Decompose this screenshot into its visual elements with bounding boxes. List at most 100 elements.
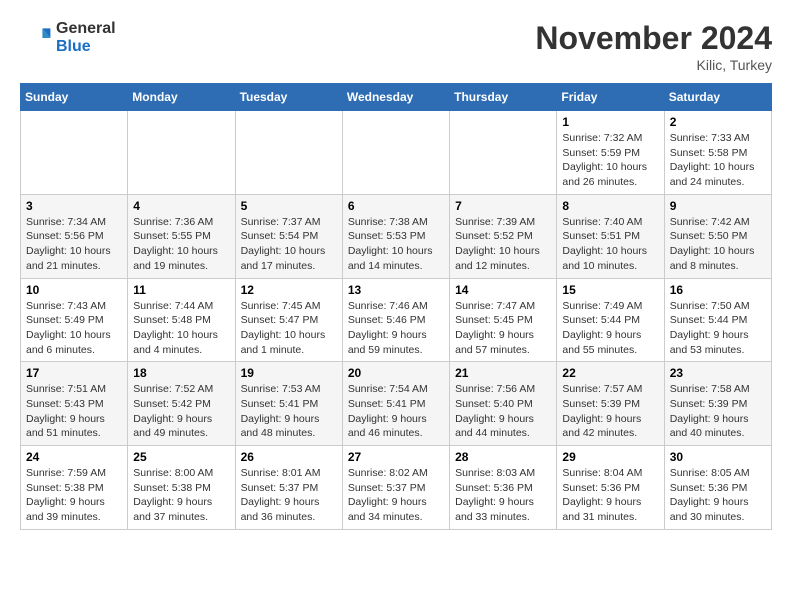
day-info: Sunrise: 7:40 AM Sunset: 5:51 PM Dayligh… [562, 215, 658, 274]
day-info: Sunrise: 7:47 AM Sunset: 5:45 PM Dayligh… [455, 299, 551, 358]
calendar-body: 1 Sunrise: 7:32 AM Sunset: 5:59 PM Daylig… [21, 111, 772, 530]
calendar-week-3: 10 Sunrise: 7:43 AM Sunset: 5:49 PM Dayli… [21, 278, 772, 362]
calendar-table: SundayMondayTuesdayWednesdayThursdayFrid… [20, 83, 772, 530]
calendar-cell: 7 Sunrise: 7:39 AM Sunset: 5:52 PM Daylig… [450, 194, 557, 278]
calendar-cell: 18Sunrise: 7:52 AM Sunset: 5:42 PM Dayli… [128, 362, 235, 446]
calendar-cell: 15 Sunrise: 7:49 AM Sunset: 5:44 PM Dayli… [557, 278, 664, 362]
day-info: Sunrise: 8:04 AM Sunset: 5:36 PM Dayligh… [562, 466, 658, 525]
day-number: 28 [455, 450, 551, 464]
calendar-cell: 13Sunrise: 7:46 AM Sunset: 5:46 PM Dayli… [342, 278, 449, 362]
weekday-header-sunday: Sunday [21, 84, 128, 111]
day-info: Sunrise: 7:58 AM Sunset: 5:39 PM Dayligh… [670, 382, 766, 441]
day-info: Sunrise: 8:02 AM Sunset: 5:37 PM Dayligh… [348, 466, 444, 525]
calendar-cell: 11Sunrise: 7:44 AM Sunset: 5:48 PM Dayli… [128, 278, 235, 362]
weekday-header-friday: Friday [557, 84, 664, 111]
weekday-header-saturday: Saturday [664, 84, 771, 111]
day-number: 25 [133, 450, 229, 464]
logo-blue-text: Blue [56, 38, 116, 56]
weekday-header-tuesday: Tuesday [235, 84, 342, 111]
day-info: Sunrise: 7:38 AM Sunset: 5:53 PM Dayligh… [348, 215, 444, 274]
calendar-week-4: 17 Sunrise: 7:51 AM Sunset: 5:43 PM Dayli… [21, 362, 772, 446]
day-number: 24 [26, 450, 122, 464]
calendar-cell: 14 Sunrise: 7:47 AM Sunset: 5:45 PM Dayli… [450, 278, 557, 362]
day-number: 4 [133, 199, 229, 213]
calendar-cell [342, 111, 449, 195]
page-header: General Blue November 2024 Kilic, Turkey [20, 20, 772, 73]
weekday-row: SundayMondayTuesdayWednesdayThursdayFrid… [21, 84, 772, 111]
calendar-cell: 21Sunrise: 7:56 AM Sunset: 5:40 PM Dayli… [450, 362, 557, 446]
day-number: 16 [670, 283, 766, 297]
calendar-cell: 30Sunrise: 8:05 AM Sunset: 5:36 PM Dayli… [664, 446, 771, 530]
logo-general-text: General [56, 20, 116, 38]
day-number: 19 [241, 366, 337, 380]
day-info: Sunrise: 7:37 AM Sunset: 5:54 PM Dayligh… [241, 215, 337, 274]
day-info: Sunrise: 7:43 AM Sunset: 5:49 PM Dayligh… [26, 299, 122, 358]
calendar-cell: 4Sunrise: 7:36 AM Sunset: 5:55 PM Daylig… [128, 194, 235, 278]
calendar-cell [128, 111, 235, 195]
day-info: Sunrise: 7:57 AM Sunset: 5:39 PM Dayligh… [562, 382, 658, 441]
calendar-cell: 27Sunrise: 8:02 AM Sunset: 5:37 PM Dayli… [342, 446, 449, 530]
calendar-cell: 10 Sunrise: 7:43 AM Sunset: 5:49 PM Dayli… [21, 278, 128, 362]
day-number: 3 [26, 199, 122, 213]
day-number: 9 [670, 199, 766, 213]
day-number: 14 [455, 283, 551, 297]
calendar-cell: 25Sunrise: 8:00 AM Sunset: 5:38 PM Dayli… [128, 446, 235, 530]
calendar-cell: 22Sunrise: 7:57 AM Sunset: 5:39 PM Dayli… [557, 362, 664, 446]
logo: General Blue [20, 20, 116, 55]
calendar-cell: 5 Sunrise: 7:37 AM Sunset: 5:54 PM Daylig… [235, 194, 342, 278]
day-info: Sunrise: 7:44 AM Sunset: 5:48 PM Dayligh… [133, 299, 229, 358]
day-number: 20 [348, 366, 444, 380]
calendar-cell: 17 Sunrise: 7:51 AM Sunset: 5:43 PM Dayli… [21, 362, 128, 446]
day-number: 15 [562, 283, 658, 297]
calendar-cell: 28 Sunrise: 8:03 AM Sunset: 5:36 PM Dayli… [450, 446, 557, 530]
calendar-week-2: 3 Sunrise: 7:34 AM Sunset: 5:56 PM Daylig… [21, 194, 772, 278]
title-area: November 2024 Kilic, Turkey [535, 20, 772, 73]
calendar-cell: 16 Sunrise: 7:50 AM Sunset: 5:44 PM Dayli… [664, 278, 771, 362]
calendar-cell: 9Sunrise: 7:42 AM Sunset: 5:50 PM Daylig… [664, 194, 771, 278]
day-info: Sunrise: 7:50 AM Sunset: 5:44 PM Dayligh… [670, 299, 766, 358]
day-info: Sunrise: 8:03 AM Sunset: 5:36 PM Dayligh… [455, 466, 551, 525]
calendar-cell [21, 111, 128, 195]
day-number: 29 [562, 450, 658, 464]
day-number: 8 [562, 199, 658, 213]
day-info: Sunrise: 7:51 AM Sunset: 5:43 PM Dayligh… [26, 382, 122, 441]
day-number: 26 [241, 450, 337, 464]
weekday-header-wednesday: Wednesday [342, 84, 449, 111]
weekday-header-monday: Monday [128, 84, 235, 111]
calendar-cell [235, 111, 342, 195]
day-info: Sunrise: 7:39 AM Sunset: 5:52 PM Dayligh… [455, 215, 551, 274]
day-number: 1 [562, 115, 658, 129]
logo-icon [20, 22, 52, 54]
day-number: 23 [670, 366, 766, 380]
day-number: 12 [241, 283, 337, 297]
day-number: 18 [133, 366, 229, 380]
day-info: Sunrise: 7:32 AM Sunset: 5:59 PM Dayligh… [562, 131, 658, 190]
calendar-cell: 23 Sunrise: 7:58 AM Sunset: 5:39 PM Dayli… [664, 362, 771, 446]
day-number: 7 [455, 199, 551, 213]
day-info: Sunrise: 7:45 AM Sunset: 5:47 PM Dayligh… [241, 299, 337, 358]
day-info: Sunrise: 7:54 AM Sunset: 5:41 PM Dayligh… [348, 382, 444, 441]
day-number: 17 [26, 366, 122, 380]
day-info: Sunrise: 7:34 AM Sunset: 5:56 PM Dayligh… [26, 215, 122, 274]
day-info: Sunrise: 7:59 AM Sunset: 5:38 PM Dayligh… [26, 466, 122, 525]
day-number: 5 [241, 199, 337, 213]
month-title: November 2024 [535, 20, 772, 57]
day-number: 10 [26, 283, 122, 297]
day-info: Sunrise: 7:33 AM Sunset: 5:58 PM Dayligh… [670, 131, 766, 190]
calendar-cell: 26Sunrise: 8:01 AM Sunset: 5:37 PM Dayli… [235, 446, 342, 530]
calendar-cell: 3 Sunrise: 7:34 AM Sunset: 5:56 PM Daylig… [21, 194, 128, 278]
calendar-cell: 19 Sunrise: 7:53 AM Sunset: 5:41 PM Dayli… [235, 362, 342, 446]
calendar-cell: 12 Sunrise: 7:45 AM Sunset: 5:47 PM Dayli… [235, 278, 342, 362]
calendar-cell: 1 Sunrise: 7:32 AM Sunset: 5:59 PM Daylig… [557, 111, 664, 195]
day-info: Sunrise: 7:53 AM Sunset: 5:41 PM Dayligh… [241, 382, 337, 441]
calendar-week-1: 1 Sunrise: 7:32 AM Sunset: 5:59 PM Daylig… [21, 111, 772, 195]
location: Kilic, Turkey [535, 57, 772, 73]
day-info: Sunrise: 7:56 AM Sunset: 5:40 PM Dayligh… [455, 382, 551, 441]
day-info: Sunrise: 7:49 AM Sunset: 5:44 PM Dayligh… [562, 299, 658, 358]
weekday-header-thursday: Thursday [450, 84, 557, 111]
calendar-week-5: 24 Sunrise: 7:59 AM Sunset: 5:38 PM Dayli… [21, 446, 772, 530]
calendar-cell: 24 Sunrise: 7:59 AM Sunset: 5:38 PM Dayli… [21, 446, 128, 530]
calendar-cell: 6 Sunrise: 7:38 AM Sunset: 5:53 PM Daylig… [342, 194, 449, 278]
day-number: 6 [348, 199, 444, 213]
calendar-cell [450, 111, 557, 195]
